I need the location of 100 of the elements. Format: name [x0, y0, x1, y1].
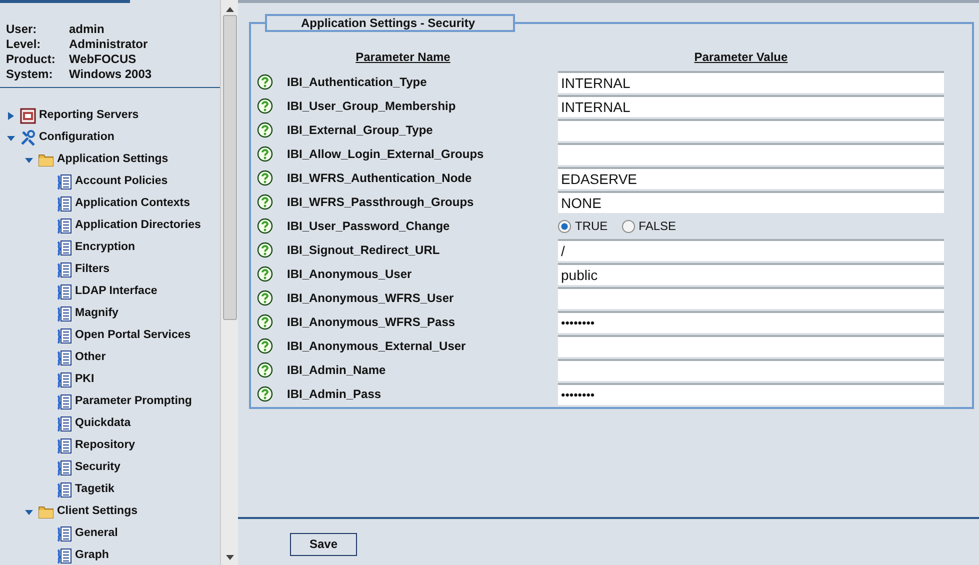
input-field[interactable]: EDASERVE	[558, 167, 944, 189]
help-icon[interactable]	[257, 218, 273, 234]
column-header: Parameter Name	[354, 49, 452, 66]
document-icon	[56, 548, 72, 564]
tree-item[interactable]: Repository	[75, 437, 136, 455]
parameter-name: IBI_Authentication_Type	[287, 74, 428, 91]
input-field[interactable]: /	[558, 239, 944, 261]
tree-item[interactable]: Magnify	[75, 305, 118, 323]
parameter-name: IBI_Admin_Pass	[287, 386, 382, 403]
document-icon	[56, 262, 72, 278]
parameter-name: IBI_Anonymous_WFRS_Pass	[287, 314, 456, 331]
tree-item[interactable]: Reporting Servers	[39, 107, 139, 125]
help-icon[interactable]	[257, 194, 273, 210]
scroll-thumb[interactable]	[222, 15, 236, 320]
tree-item[interactable]: Configuration	[39, 129, 114, 147]
scroll-down-icon[interactable]	[226, 555, 234, 561]
help-icon[interactable]	[257, 290, 273, 306]
document-icon	[56, 438, 72, 454]
radio-button[interactable]	[558, 220, 571, 232]
collapse-arrow-icon[interactable]	[7, 134, 15, 142]
document-icon	[56, 306, 72, 322]
document-icon	[56, 196, 72, 212]
input-field[interactable]	[558, 119, 944, 141]
document-icon	[56, 460, 72, 476]
document-icon	[56, 284, 72, 300]
tree-item[interactable]: Other	[75, 349, 106, 367]
tree-item[interactable]: Application Settings	[57, 151, 168, 169]
help-icon[interactable]	[257, 74, 273, 90]
input-field[interactable]	[558, 335, 944, 357]
tree-item[interactable]: Parameter Prompting	[75, 393, 192, 411]
document-icon	[56, 350, 72, 366]
help-icon[interactable]	[257, 170, 273, 186]
input-field[interactable]: NONE	[558, 191, 944, 213]
collapse-arrow-icon[interactable]	[25, 508, 33, 516]
tree-item[interactable]: Open Portal Services	[75, 327, 191, 345]
tree-item[interactable]: Account Policies	[75, 173, 168, 191]
help-icon[interactable]	[257, 98, 273, 114]
input-field[interactable]: INTERNAL	[558, 71, 944, 93]
tree-item[interactable]: Tagetik	[75, 481, 114, 499]
tree-item[interactable]: Client Settings	[57, 503, 138, 521]
document-icon	[56, 372, 72, 388]
help-icon[interactable]	[257, 266, 273, 282]
parameter-name: IBI_WFRS_Authentication_Node	[287, 170, 473, 187]
help-icon[interactable]	[257, 386, 273, 402]
input-field[interactable]: public	[558, 263, 944, 285]
document-icon	[56, 394, 72, 410]
tree-item[interactable]: Application Directories	[75, 217, 201, 235]
tree-item[interactable]: Quickdata	[75, 415, 131, 433]
tree-item[interactable]: Graph	[75, 547, 109, 565]
help-icon[interactable]	[257, 122, 273, 138]
scrollbar[interactable]	[220, 0, 238, 565]
column-header: Parameter Value	[693, 49, 789, 66]
parameter-name: IBI_Signout_Redirect_URL	[287, 242, 441, 259]
tree-item[interactable]: Security	[75, 459, 120, 477]
tree-item[interactable]: General	[75, 525, 118, 543]
help-icon[interactable]	[257, 362, 273, 378]
parameter-name: IBI_Admin_Name	[287, 362, 387, 379]
scroll-up-icon[interactable]	[226, 6, 234, 12]
parameter-name: IBI_Allow_Login_External_Groups	[287, 146, 485, 163]
tools-icon	[20, 130, 36, 146]
radio-button[interactable]	[622, 220, 635, 232]
document-icon	[56, 416, 72, 432]
tree-item[interactable]: Application Contexts	[75, 195, 190, 213]
tree-item[interactable]: Filters	[75, 261, 110, 279]
folder-icon	[38, 504, 54, 520]
info-value: WebFOCUS	[69, 52, 136, 67]
help-icon[interactable]	[257, 314, 273, 330]
info-value: admin	[69, 22, 104, 37]
password-field[interactable]: ••••••••	[558, 383, 944, 405]
document-icon	[56, 328, 72, 344]
input-field[interactable]	[558, 143, 944, 165]
document-icon	[56, 218, 72, 234]
help-icon[interactable]	[257, 146, 273, 162]
info-label: Level:	[6, 37, 42, 52]
parameter-name: IBI_External_Group_Type	[287, 122, 434, 139]
server-icon	[20, 108, 36, 124]
input-field[interactable]	[558, 359, 944, 381]
document-icon	[56, 240, 72, 256]
tree-item[interactable]: Encryption	[75, 239, 136, 257]
panel-title: Application Settings - Security	[265, 14, 515, 32]
expand-arrow-icon[interactable]	[7, 112, 15, 120]
input-field[interactable]: INTERNAL	[558, 95, 944, 117]
info-label: User:	[6, 22, 38, 37]
info-label: System:	[6, 67, 54, 82]
tree-item[interactable]: LDAP Interface	[75, 283, 158, 301]
parameter-name: IBI_Anonymous_User	[287, 266, 413, 283]
tree-item[interactable]: PKI	[75, 371, 94, 389]
help-icon[interactable]	[257, 242, 273, 258]
parameter-name: IBI_WFRS_Passthrough_Groups	[287, 194, 475, 211]
input-field[interactable]	[558, 287, 944, 309]
folder-icon	[38, 152, 54, 168]
document-icon	[56, 526, 72, 542]
info-value: Administrator	[69, 37, 148, 52]
collapse-arrow-icon[interactable]	[25, 156, 33, 164]
info-label: Product:	[6, 52, 56, 67]
save-button[interactable]: Save	[290, 532, 357, 556]
parameter-name: IBI_Anonymous_External_User	[287, 338, 467, 355]
password-field[interactable]: ••••••••	[558, 311, 944, 333]
help-icon[interactable]	[257, 338, 273, 354]
radio-label: FALSE	[638, 218, 676, 235]
